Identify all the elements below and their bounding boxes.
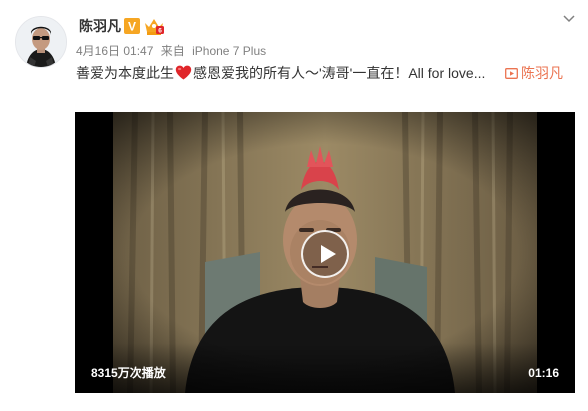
video-play-count: 8315万次播放 (91, 366, 166, 380)
weibo-post-card: 陈羽凡 V 6 4月16日 01:47 来自 iPhone 7 Plus 善爱为… (0, 0, 588, 411)
video-player[interactable]: 8315万次播放 01:16 (75, 112, 575, 393)
post-meta: 4月16日 01:47 来自 iPhone 7 Plus (76, 43, 270, 59)
video-source-link[interactable]: 陈羽凡 (505, 62, 563, 84)
post-source-device[interactable]: iPhone 7 Plus (192, 44, 266, 58)
author-name[interactable]: 陈羽凡 (79, 16, 121, 36)
play-button[interactable] (301, 230, 349, 278)
post-timestamp[interactable]: 4月16日 01:47 (76, 44, 153, 58)
svg-text:V: V (128, 20, 136, 34)
svg-text:6: 6 (158, 28, 162, 35)
crown-badge-icon[interactable]: 6 (143, 16, 165, 36)
red-heart-icon (175, 65, 192, 80)
chevron-down-icon[interactable] (561, 10, 577, 26)
verified-badge-icon: V (124, 18, 140, 34)
post-text-part-2[interactable]: 感恩爱我的所有人～'涛哥'一直在！All for love... (193, 65, 485, 81)
post-content: 善爱为本度此生 感恩爱我的所有人～'涛哥'一直在！All for love... (76, 62, 485, 84)
video-link-label[interactable]: 陈羽凡 (521, 65, 563, 81)
avatar[interactable] (15, 16, 67, 68)
video-duration: 01:16 (528, 366, 559, 380)
video-play-icon (505, 68, 518, 79)
post-source-prefix: 来自 (160, 44, 185, 58)
post-text-part-1: 善爱为本度此生 (76, 65, 174, 81)
